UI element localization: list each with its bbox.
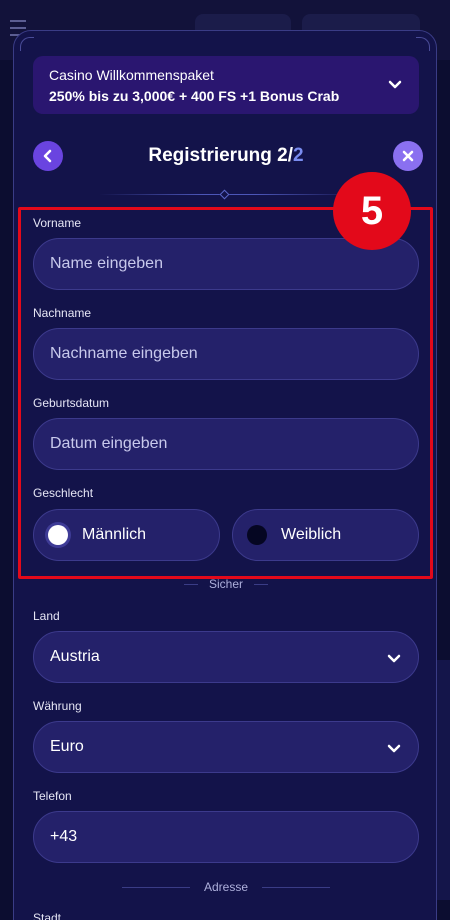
bonus-title: Casino Willkommenspaket [49, 67, 214, 83]
phone-field[interactable]: +43 [33, 811, 419, 863]
background-side-panel [436, 660, 450, 900]
page-title: Registrierung 2/2 [14, 145, 436, 167]
divider-line [262, 887, 330, 888]
country-select[interactable]: Austria [33, 631, 419, 683]
section-title-address: Adresse [203, 880, 249, 894]
title-step-total: 2 [293, 145, 304, 166]
title-step-text: Registrierung 2/ [148, 145, 294, 166]
city-label: Stadt [33, 911, 62, 920]
welcome-bonus-banner[interactable]: Casino Willkommenspaket 250% bis zu 3,00… [33, 56, 419, 114]
phone-value: +43 [50, 828, 78, 845]
country-label: Land [33, 609, 60, 623]
currency-label: Währung [33, 699, 82, 713]
bonus-details: 250% bis zu 3,000€ + 400 FS +1 Bonus Cra… [49, 88, 340, 104]
country-value: Austria [50, 648, 100, 665]
currency-select[interactable]: Euro [33, 721, 419, 773]
divider-ornament [219, 189, 230, 200]
chevron-down-icon [387, 744, 401, 753]
section-divider-secure: Sicher [14, 577, 436, 591]
step-number-badge: 5 [333, 172, 411, 250]
phone-label: Telefon [33, 789, 72, 803]
modal-header: Registrierung 2/2 [14, 141, 436, 173]
frame-corner-ornament [416, 37, 430, 51]
divider-line [254, 584, 268, 585]
step-highlight-frame [18, 207, 433, 579]
chevron-down-icon [388, 80, 402, 89]
close-button[interactable] [393, 141, 423, 171]
close-icon [402, 150, 414, 162]
currency-value: Euro [50, 738, 84, 755]
section-divider-address: Adresse [14, 880, 436, 894]
section-title-secure: Sicher [208, 577, 243, 591]
frame-corner-ornament [20, 37, 34, 51]
chevron-down-icon [387, 654, 401, 663]
